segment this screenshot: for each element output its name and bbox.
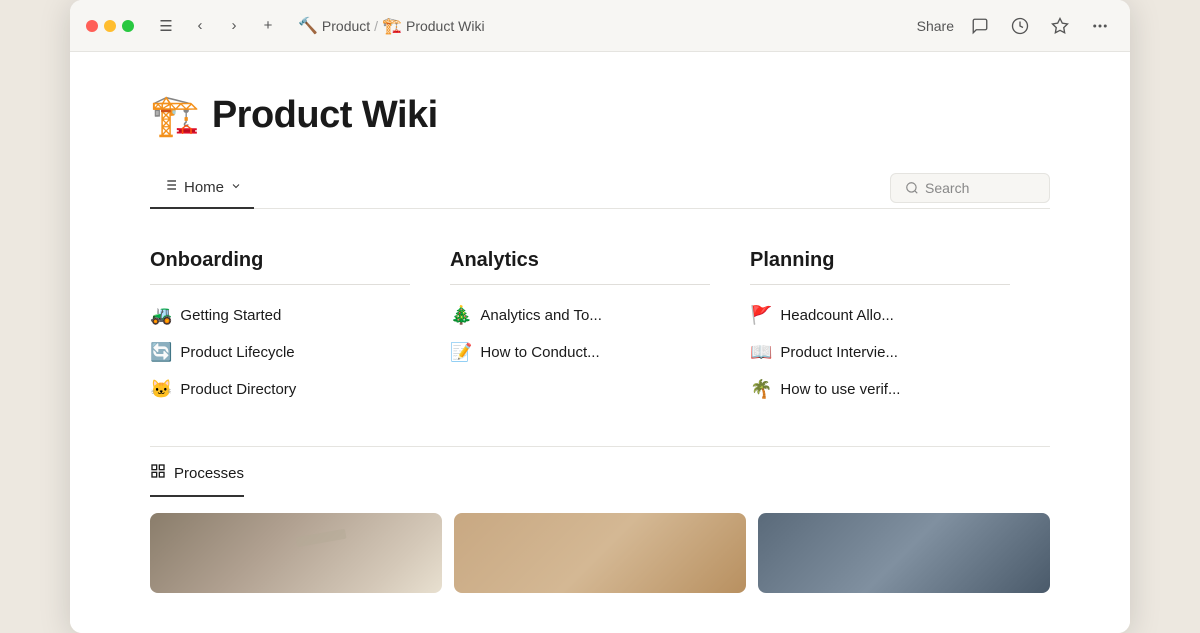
item-analytics-to[interactable]: 🎄 Analytics and To...: [450, 299, 710, 332]
processes-grid-icon: [150, 463, 166, 483]
breadcrumb-wiki-label: Product Wiki: [406, 18, 485, 34]
headcount-label: Headcount Allo...: [780, 307, 893, 324]
process-card-1[interactable]: [150, 513, 442, 593]
wiki-navbar: Home Search: [150, 167, 1050, 209]
product-interview-label: Product Intervie...: [780, 344, 898, 361]
page-content: 🏗️ Product Wiki Home Search: [70, 52, 1130, 633]
planning-items: 🚩 Headcount Allo... 📖 Product Intervie..…: [750, 299, 1010, 406]
getting-started-icon: 🚜: [150, 305, 172, 326]
column-analytics: Analytics 🎄 Analytics and To... 📝 How to…: [450, 249, 750, 406]
process-card-3[interactable]: [758, 513, 1050, 593]
processes-cards: [150, 513, 1050, 593]
more-icon[interactable]: [1086, 12, 1114, 40]
product-interview-icon: 📖: [750, 342, 772, 363]
back-icon[interactable]: ‹: [186, 12, 214, 40]
traffic-lights: [86, 20, 134, 32]
titlebar: ☰ ‹ › + 🔨 Product / 🏗️ Product Wiki Shar…: [70, 0, 1130, 52]
item-how-to-verif[interactable]: 🌴 How to use verif...: [750, 373, 1010, 406]
product-lifecycle-icon: 🔄: [150, 342, 172, 363]
how-to-conduct-label: How to Conduct...: [480, 344, 599, 361]
search-icon: [905, 181, 919, 195]
item-headcount[interactable]: 🚩 Headcount Allo...: [750, 299, 1010, 332]
headcount-icon: 🚩: [750, 305, 772, 326]
onboarding-items: 🚜 Getting Started 🔄 Product Lifecycle 🐱 …: [150, 299, 410, 406]
processes-tab[interactable]: Processes: [150, 463, 244, 497]
item-getting-started[interactable]: 🚜 Getting Started: [150, 299, 410, 332]
processes-section: Processes: [150, 446, 1050, 593]
nav-home-label: Home: [184, 179, 224, 196]
page-title: Product Wiki: [212, 94, 438, 137]
column-planning: Planning 🚩 Headcount Allo... 📖 Product I…: [750, 249, 1050, 406]
search-placeholder: Search: [925, 180, 969, 196]
product-directory-label: Product Directory: [180, 381, 296, 398]
columns-grid: Onboarding 🚜 Getting Started 🔄 Product L…: [150, 249, 1050, 406]
analytics-items: 🎄 Analytics and To... 📝 How to Conduct..…: [450, 299, 710, 369]
forward-icon[interactable]: ›: [220, 12, 248, 40]
history-icon[interactable]: [1006, 12, 1034, 40]
processes-tab-label: Processes: [174, 465, 244, 482]
analytics-title: Analytics: [450, 249, 710, 285]
nav-home[interactable]: Home: [150, 167, 254, 209]
nav-home-chevron: [230, 179, 242, 196]
onboarding-title: Onboarding: [150, 249, 410, 285]
how-to-verif-label: How to use verif...: [780, 381, 900, 398]
star-icon[interactable]: [1046, 12, 1074, 40]
comment-icon[interactable]: [966, 12, 994, 40]
page-title-row: 🏗️ Product Wiki: [150, 92, 1050, 139]
minimize-button[interactable]: [104, 20, 116, 32]
breadcrumb-product-label: Product: [322, 18, 370, 34]
nav-controls: ☰ ‹ › +: [152, 12, 282, 40]
add-icon[interactable]: +: [254, 12, 282, 40]
wiki-breadcrumb-icon: 🏗️: [382, 16, 402, 36]
analytics-to-icon: 🎄: [450, 305, 472, 326]
item-product-directory[interactable]: 🐱 Product Directory: [150, 373, 410, 406]
column-onboarding: Onboarding 🚜 Getting Started 🔄 Product L…: [150, 249, 450, 406]
product-directory-icon: 🐱: [150, 379, 172, 400]
analytics-to-label: Analytics and To...: [480, 307, 601, 324]
breadcrumb: 🔨 Product / 🏗️ Product Wiki: [298, 16, 485, 36]
page-emoji: 🏗️: [150, 92, 200, 139]
product-icon: 🔨: [298, 16, 318, 36]
breadcrumb-wiki[interactable]: 🏗️ Product Wiki: [382, 16, 485, 36]
sidebar-toggle-icon[interactable]: ☰: [152, 12, 180, 40]
process-card-2[interactable]: [454, 513, 746, 593]
product-lifecycle-label: Product Lifecycle: [180, 344, 294, 361]
item-product-lifecycle[interactable]: 🔄 Product Lifecycle: [150, 336, 410, 369]
planning-title: Planning: [750, 249, 1010, 285]
breadcrumb-product[interactable]: 🔨 Product: [298, 16, 370, 36]
close-button[interactable]: [86, 20, 98, 32]
how-to-verif-icon: 🌴: [750, 379, 772, 400]
item-product-interview[interactable]: 📖 Product Intervie...: [750, 336, 1010, 369]
share-button[interactable]: Share: [917, 18, 954, 34]
search-box[interactable]: Search: [890, 173, 1050, 203]
wiki-nav-left: Home: [150, 167, 254, 208]
item-how-to-conduct[interactable]: 📝 How to Conduct...: [450, 336, 710, 369]
app-window: ☰ ‹ › + 🔨 Product / 🏗️ Product Wiki Shar…: [70, 0, 1130, 633]
breadcrumb-separator: /: [374, 18, 378, 34]
how-to-conduct-icon: 📝: [450, 342, 472, 363]
maximize-button[interactable]: [122, 20, 134, 32]
home-list-icon: [162, 177, 178, 197]
titlebar-actions: Share: [917, 12, 1114, 40]
getting-started-label: Getting Started: [180, 307, 281, 324]
